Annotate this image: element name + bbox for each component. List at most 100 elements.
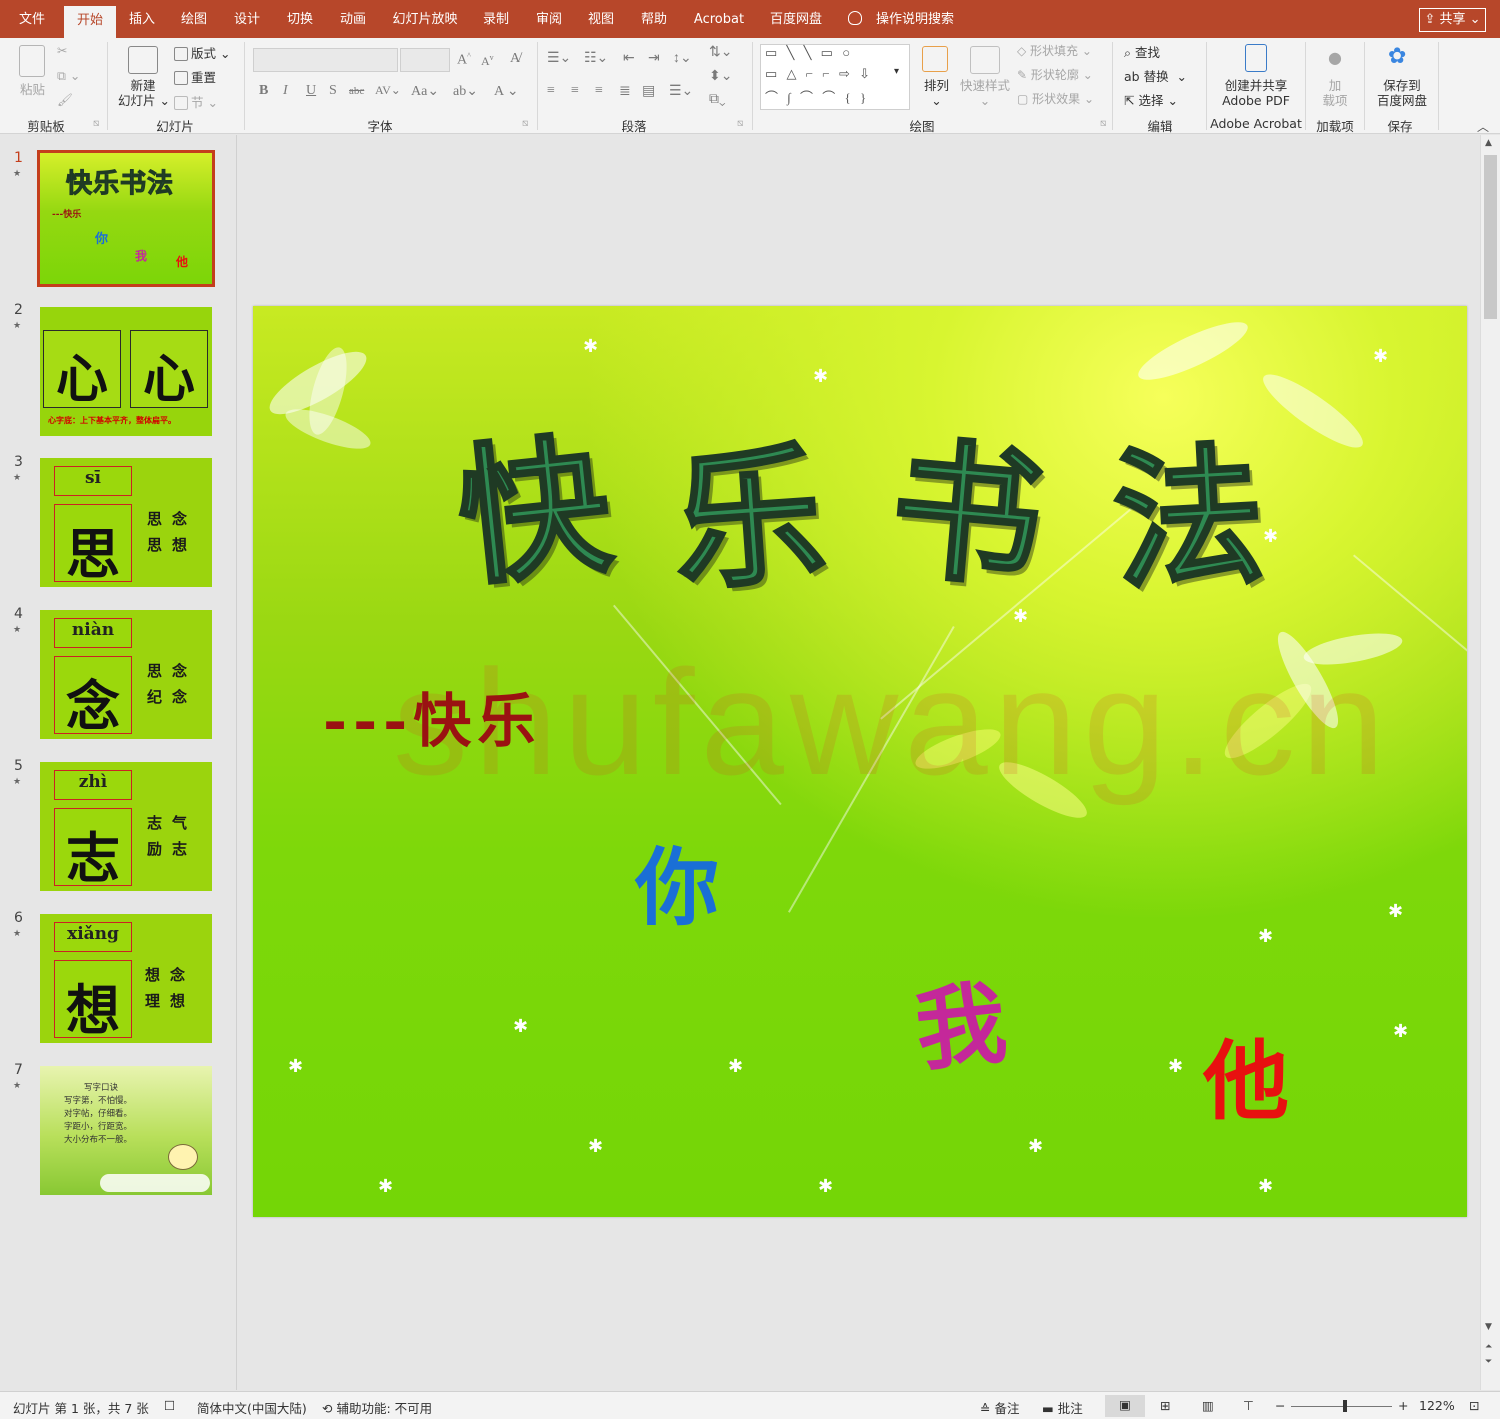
arrange-button[interactable]: 排列 ⌄ [924, 78, 949, 108]
accessibility-status[interactable]: ⟲ 辅助功能: 不可用 [322, 1398, 432, 1417]
create-share-pdf-button[interactable]: 创建并共享 Adobe PDF [1218, 78, 1294, 108]
copy-icon[interactable]: ⧉ ⌄ [57, 68, 80, 84]
quick-styles-button[interactable]: 快速样式 ⌄ [960, 78, 1010, 108]
clear-format-icon[interactable]: A̸ [510, 51, 520, 67]
tab-file[interactable]: 文件 [10, 0, 54, 38]
scroll-thumb[interactable] [1484, 155, 1497, 319]
shape-outline-button[interactable]: ✎ 形状轮廓 ⌄ [1017, 66, 1093, 83]
tab-slideshow[interactable]: 幻灯片放映 [386, 0, 464, 38]
find-button[interactable]: ⌕ 查找 [1124, 42, 1160, 61]
slide-thumbnail-5[interactable]: zhì 志 志气 励志 [40, 762, 212, 891]
scroll-down-icon[interactable]: ▼ [1485, 1322, 1492, 1332]
slide-thumbnail-2[interactable]: 心 心 心字底：上下基本平齐，整体扁平。 [40, 307, 212, 436]
layout-button[interactable]: 版式 ⌄ [174, 43, 230, 62]
reset-button[interactable]: 重置 [174, 67, 216, 86]
font-launcher-icon[interactable]: ⧅ [522, 118, 528, 129]
addins-button[interactable]: 加载项 [1322, 78, 1348, 108]
comments-button[interactable]: ▬ 批注 [1042, 1398, 1083, 1417]
distributed-icon[interactable]: ▤ [642, 83, 655, 100]
align-left-icon[interactable]: ≡ [547, 83, 555, 99]
normal-view-icon[interactable]: ▣ [1105, 1395, 1145, 1417]
tab-review[interactable]: 审阅 [529, 0, 569, 38]
shape-effects-button[interactable]: ▢ 形状效果 ⌄ [1017, 90, 1094, 107]
shadow-icon[interactable]: S [329, 83, 337, 99]
next-slide-icon[interactable]: ⏷ [1485, 1357, 1492, 1367]
tab-baidu[interactable]: 百度网盘 [764, 0, 828, 38]
char-you[interactable]: 你 [635, 821, 719, 942]
format-painter-icon[interactable]: 🖌 [57, 92, 73, 108]
title-char-3[interactable]: 书 [883, 388, 1052, 617]
char-spacing-icon[interactable]: AV⌄ [375, 83, 401, 98]
save-to-baidu-button[interactable]: 保存到 百度网盘 [1374, 78, 1430, 108]
increase-font-icon[interactable]: A^ [457, 51, 471, 69]
increase-indent-icon[interactable]: ⇥ [648, 50, 660, 67]
previous-slide-icon[interactable]: ⏶ [1485, 1342, 1492, 1352]
select-button[interactable]: ⇱ 选择 ⌄ [1124, 90, 1178, 109]
spell-check-icon[interactable]: ☐ [164, 1398, 175, 1413]
title-char-1[interactable]: 快 [447, 384, 620, 615]
align-right-icon[interactable]: ≡ [595, 83, 603, 99]
char-me[interactable]: 我 [908, 950, 1012, 1089]
tab-design[interactable]: 设计 [227, 0, 267, 38]
smartart-icon[interactable]: ⧉⌄ [709, 92, 726, 108]
tell-me-search[interactable]: 操作说明搜索 [848, 0, 954, 38]
slideshow-view-icon[interactable]: ⊤ [1243, 1398, 1254, 1413]
notes-button[interactable]: ≙ 备注 [980, 1398, 1019, 1417]
slide-canvas[interactable]: ✱ ✱ ✱ ✱ ✱ ✱ ✱ ✱ ✱ ✱ ✱ ✱ ✱ ✱ ✱ ✱ ✱ shufaw… [253, 306, 1467, 1217]
title-char-4[interactable]: 法 [1107, 394, 1270, 619]
gallery-more-icon[interactable]: ▾ [894, 66, 899, 77]
justify-icon[interactable]: ≣ [619, 83, 631, 100]
bullets-icon[interactable]: ☰⌄ [547, 50, 571, 67]
decrease-font-icon[interactable]: Av [481, 53, 494, 69]
vertical-scrollbar[interactable]: ▲ ▼ ⏶ ⏷ [1480, 135, 1500, 1390]
zoom-level[interactable]: 122% [1419, 1398, 1455, 1413]
zoom-slider-thumb[interactable] [1343, 1400, 1347, 1412]
tab-animations[interactable]: 动画 [333, 0, 373, 38]
tab-record[interactable]: 录制 [476, 0, 516, 38]
paste-button[interactable]: 粘贴 [20, 79, 45, 98]
font-name-dropdown[interactable] [253, 48, 398, 72]
tab-insert[interactable]: 插入 [122, 0, 162, 38]
italic-icon[interactable]: I [283, 83, 288, 99]
section-button[interactable]: 节 ⌄ [174, 92, 218, 111]
subtitle-text[interactable]: ---快乐 [323, 674, 541, 758]
highlight-icon[interactable]: ab⌄ [453, 83, 478, 100]
tab-acrobat[interactable]: Acrobat [688, 0, 750, 38]
bold-icon[interactable]: B [259, 83, 268, 99]
reading-view-icon[interactable]: ▥ [1202, 1398, 1214, 1413]
tab-help[interactable]: 帮助 [634, 0, 674, 38]
language-indicator[interactable]: 简体中文(中国大陆) [197, 1398, 307, 1417]
strikethrough-icon[interactable]: abc [349, 85, 364, 97]
font-color-icon[interactable]: A ⌄ [494, 83, 519, 100]
font-size-dropdown[interactable] [400, 48, 450, 72]
char-him[interactable]: 他 [1203, 1011, 1289, 1136]
text-direction-icon[interactable]: ⇅⌄ [709, 44, 732, 61]
tab-draw[interactable]: 绘图 [174, 0, 214, 38]
slide-thumbnail-4[interactable]: niàn 念 思念 纪念 [40, 610, 212, 739]
tab-transitions[interactable]: 切换 [280, 0, 320, 38]
slide-thumbnail-3[interactable]: sī 思 思念 思想 [40, 458, 212, 587]
new-slide-button[interactable]: 新建 幻灯片 ⌄ [118, 78, 170, 108]
drawing-launcher-icon[interactable]: ⧅ [1100, 118, 1106, 129]
slide-thumbnail-6[interactable]: xiǎng 想 想念 理想 [40, 914, 212, 1043]
align-text-icon[interactable]: ⬍⌄ [709, 68, 732, 85]
line-spacing-icon[interactable]: ↕⌄ [673, 50, 692, 67]
slide-thumbnail-1[interactable]: 快乐书法 ---快乐 你 我 他 [37, 150, 215, 287]
underline-icon[interactable]: U [306, 83, 316, 99]
fit-to-window-icon[interactable]: ⊡ [1469, 1398, 1479, 1413]
cut-icon[interactable]: ✂ [57, 43, 67, 58]
replace-button[interactable]: ab 替换 ⌄ [1124, 66, 1187, 85]
decrease-indent-icon[interactable]: ⇤ [623, 50, 635, 67]
slide-sorter-icon[interactable]: ⊞ [1160, 1398, 1170, 1413]
align-center-icon[interactable]: ≡ [571, 83, 579, 99]
change-case-icon[interactable]: Aa⌄ [411, 83, 439, 100]
paragraph-launcher-icon[interactable]: ⧅ [737, 118, 743, 129]
tab-home[interactable]: 开始 [64, 6, 116, 38]
zoom-slider[interactable] [1291, 1406, 1392, 1407]
shape-fill-button[interactable]: ◇ 形状填充 ⌄ [1017, 42, 1092, 59]
zoom-out-button[interactable]: − [1275, 1398, 1285, 1413]
scroll-up-icon[interactable]: ▲ [1485, 138, 1492, 148]
slide-thumbnail-7[interactable]: 写字口诀 写字第，不怕慢。 对字帖，仔细看。 字距小，行距宽。 大小分布不一般。 [40, 1066, 212, 1195]
tab-view[interactable]: 视图 [581, 0, 621, 38]
numbering-icon[interactable]: ☷⌄ [584, 50, 608, 67]
